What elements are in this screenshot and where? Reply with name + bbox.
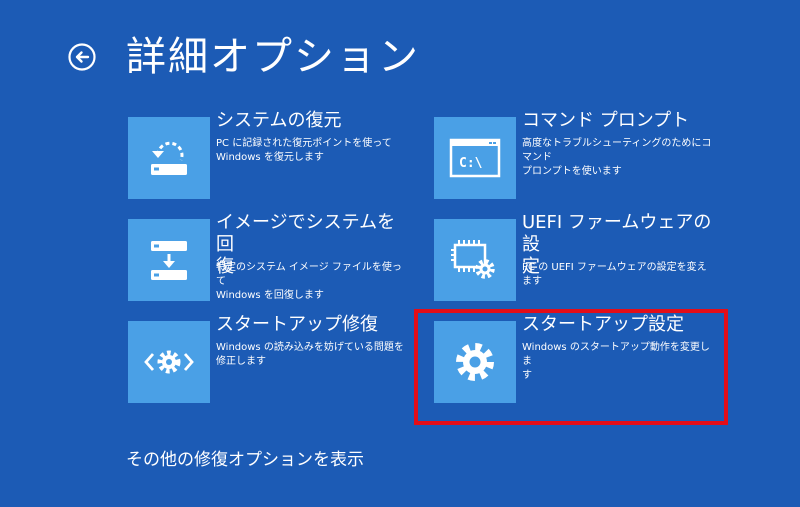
option-description: 特定のシステム イメージ ファイルを使って Windows を回復します xyxy=(216,261,406,303)
option-tile xyxy=(434,219,516,301)
back-button[interactable] xyxy=(68,43,96,71)
page-title: 詳細オプション xyxy=(126,34,420,80)
option-description-line-1: 特定のシステム イメージ ファイルを使って xyxy=(216,262,402,287)
option-description: 高度なトラブルシューティングのためにコマンド プロンプトを使います xyxy=(522,137,712,179)
back-arrow-icon xyxy=(68,43,96,71)
option-tile xyxy=(128,117,210,199)
option-title-line-1: イメージでシステムを回 xyxy=(216,212,396,255)
system-restore-icon xyxy=(151,141,187,175)
option-tile: C:\ xyxy=(434,117,516,199)
uefi-firmware-icon xyxy=(451,240,495,279)
option-title-line-1: UEFI ファームウェアの設 xyxy=(522,212,712,255)
option-system-restore[interactable]: システムの復元 PC に記録された復元ポイントを使って Windows を復元し… xyxy=(128,110,408,199)
option-description-line-1: PC に記録された復元ポイントを使って xyxy=(216,138,392,149)
option-title: システムの復元 xyxy=(216,110,342,131)
option-system-image-recovery[interactable]: イメージでシステムを回 復 特定のシステム イメージ ファイルを使って Wind… xyxy=(128,212,408,303)
option-title: コマンド プロンプト xyxy=(522,110,690,131)
option-description: PC に記録された復元ポイントを使って Windows を復元します xyxy=(216,137,406,165)
option-title: スタートアップ修復 xyxy=(216,314,378,335)
system-image-recovery-icon xyxy=(151,241,187,280)
option-description-line-1: 高度なトラブルシューティングのためにコマンド xyxy=(522,138,712,163)
option-description-line-1: PC の UEFI ファームウェアの設定を変えます xyxy=(522,262,707,287)
advanced-options-page: 詳細オプション システムの復元 PC に記録された復元ポイントを使って Wind… xyxy=(0,0,800,507)
option-description: PC の UEFI ファームウェアの設定を変えます xyxy=(522,261,712,289)
option-command-prompt[interactable]: C:\ コマンド プロンプト 高度なトラブルシューティングのためにコマンド プロ… xyxy=(434,110,714,199)
option-description: Windows の読み込みを妨げている問題を 修正します xyxy=(216,341,406,369)
option-uefi-firmware-settings[interactable]: UEFI ファームウェアの設 定 PC の UEFI ファームウェアの設定を変え… xyxy=(434,212,714,301)
option-description-line-2: Windows を回復します xyxy=(216,290,324,301)
highlight-box xyxy=(414,309,728,425)
option-tile xyxy=(128,219,210,301)
svg-text:C:\: C:\ xyxy=(459,156,483,171)
startup-repair-icon xyxy=(144,350,194,374)
option-description-line-2: Windows を復元します xyxy=(216,152,324,163)
option-tile xyxy=(128,321,210,403)
option-startup-repair[interactable]: スタートアップ修復 Windows の読み込みを妨げている問題を 修正します xyxy=(128,314,408,403)
option-description-line-1: Windows の読み込みを妨げている問題を xyxy=(216,342,404,353)
command-prompt-icon: C:\ xyxy=(449,138,501,178)
see-more-repair-options-link[interactable]: その他の修復オプションを表示 xyxy=(126,448,364,472)
option-description-line-2: 修正します xyxy=(216,356,266,367)
option-description-line-2: プロンプトを使います xyxy=(522,166,622,177)
